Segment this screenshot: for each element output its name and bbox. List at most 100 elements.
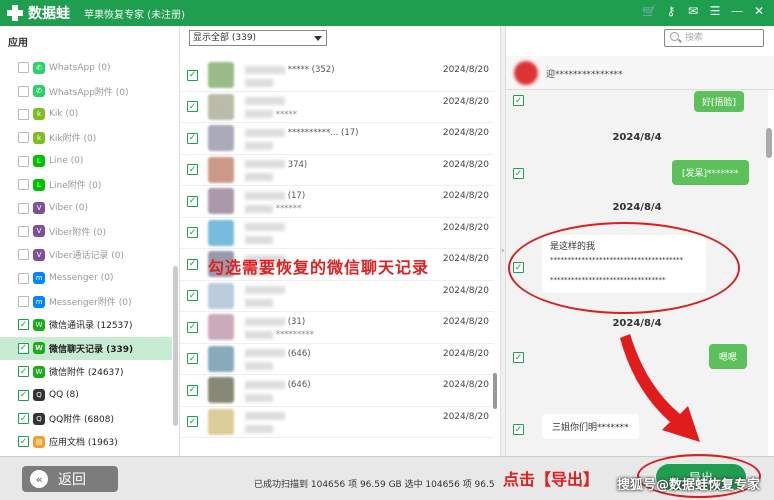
contact-name: (646) [245,349,311,359]
category-checkbox[interactable]: ✓ [18,436,29,448]
category-checkbox[interactable] [18,108,29,120]
sidebar-item[interactable]: ✆ WhatsApp (0) [0,56,172,79]
category-checkbox[interactable] [18,179,29,191]
minimize-icon[interactable]: — [730,4,744,18]
app-logo: 数据蛙 [6,3,70,23]
row-checkbox[interactable]: ✓ [187,101,198,113]
table-row[interactable]: ✓ ***** (352) 2024/8/20 [181,60,493,92]
table-row[interactable]: ✓ (31) ********* 2024/8/20 [181,312,493,344]
sidebar-item-label: Viber附件 (0) [49,227,107,238]
plus-icon [6,4,24,22]
whatsapp-icon: ✆ [33,85,45,98]
cart-icon[interactable]: 🛒 [642,4,657,18]
category-checkbox[interactable] [18,249,29,261]
close-icon[interactable]: ✕ [752,4,766,18]
table-row[interactable]: ✓ **********... (17) 2024/8/20 [181,123,493,155]
row-checkbox[interactable]: ✓ [187,132,198,144]
category-checkbox[interactable] [18,272,29,284]
sidebar-item-label: Viber (0) [49,203,89,214]
avatar [208,219,234,246]
annotation-select-hint: 勾选需要恢复的微信聊天记录 [208,258,430,277]
row-checkbox[interactable]: ✓ [187,353,198,365]
category-checkbox[interactable] [18,132,29,144]
category-checkbox[interactable]: ✓ [18,413,29,425]
category-checkbox[interactable] [18,155,29,167]
sidebar-item[interactable]: ✓ Q QQ附件 (6808) [0,407,172,430]
sidebar-item[interactable]: k Kik (0) [0,103,172,126]
table-row[interactable]: ✓ (17) ****** 2024/8/20 [181,186,493,218]
filter-dropdown[interactable]: 显示全部 (339) [189,30,327,46]
list-scrollbar[interactable] [493,373,497,409]
sidebar-item[interactable]: ✓ ▤ 应用文档 (1963) [0,430,172,453]
title-bar: 数据蛙 苹果恢复专家 (未注册) 🛒 ⚷ ✉ ☰ — ✕ [0,0,774,26]
row-checkbox[interactable]: ✓ [187,69,198,81]
message-date: 2024/8/20 [442,411,489,422]
message-preview [245,425,273,435]
message-checkbox[interactable]: ✓ [513,352,524,363]
sidebar-item[interactable]: k Kik附件 (0) [0,126,172,149]
category-checkbox[interactable]: ✓ [18,389,29,401]
chat-icon[interactable]: ✉ [686,4,700,18]
key-icon[interactable]: ⚷ [664,4,678,18]
sidebar-item[interactable]: ✓ Q QQ (8) [0,383,172,406]
sidebar-item[interactable]: L Line (0) [0,150,172,173]
avatar [208,188,234,215]
avatar [208,314,234,341]
category-checkbox[interactable] [18,202,29,214]
conversation-list-panel: 显示全部 (339) ✓ ***** (352) 2024/8/20 ✓ ****… [181,26,501,456]
sidebar-scrollbar[interactable] [173,266,178,426]
sidebar-item-label: Messenger附件 (0) [49,298,132,309]
row-checkbox[interactable]: ✓ [187,416,198,428]
menu-icon[interactable]: ☰ [708,4,722,18]
message-preview [245,173,273,183]
row-checkbox[interactable]: ✓ [187,258,198,270]
sidebar-item[interactable]: L Line附件 (0) [0,173,172,196]
row-checkbox[interactable]: ✓ [187,227,198,239]
row-checkbox[interactable]: ✓ [187,384,198,396]
category-checkbox[interactable] [18,62,29,74]
row-checkbox[interactable]: ✓ [187,321,198,333]
sidebar-item[interactable]: ✓ W 微信通讯录 (12537) [0,313,172,336]
message-checkbox[interactable]: ✓ [513,95,524,106]
category-checkbox[interactable] [18,225,29,237]
table-row[interactable]: ✓ ***** 2024/8/20 [181,92,493,123]
document-icon: ▤ [33,435,45,448]
sidebar-item[interactable]: V Viber通话记录 (0) [0,243,172,266]
app-subtitle: 苹果恢复专家 (未注册) [84,9,185,21]
sidebar-item[interactable]: V Viber附件 (0) [0,220,172,243]
sidebar-item-label: WhatsApp附件 (0) [49,87,129,98]
row-checkbox[interactable]: ✓ [187,164,198,176]
message-checkbox[interactable]: ✓ [513,168,524,179]
sidebar-item[interactable]: m Messenger附件 (0) [0,290,172,313]
table-row[interactable]: ✓ 2024/8/20 [181,281,493,312]
category-checkbox[interactable] [18,85,29,97]
table-row[interactable]: ✓ (646) 2024/8/20 [181,375,493,407]
sidebar-item[interactable]: ✆ WhatsApp附件 (0) [0,79,172,102]
sidebar-item[interactable]: V Viber (0) [0,196,172,219]
table-row[interactable]: ✓ 374) 2024/8/20 [181,155,493,186]
row-checkbox[interactable]: ✓ [187,195,198,207]
category-checkbox[interactable]: ✓ [18,366,29,378]
table-row[interactable]: ✓ (646) 2024/8/20 [181,344,493,375]
category-checkbox[interactable] [18,296,29,308]
sidebar-item-label: Viber通话记录 (0) [49,251,125,262]
message-checkbox[interactable]: ✓ [513,424,524,435]
sidebar-item[interactable]: m Messenger (0) [0,267,172,290]
message-date: 2024/8/20 [442,65,489,75]
category-checkbox[interactable]: ✓ [18,319,29,331]
table-row[interactable]: ✓ 2024/8/20 [181,407,493,438]
table-row[interactable]: ✓ 2024/8/20 [181,218,493,249]
sidebar-item-label: WhatsApp (0) [49,62,111,73]
category-sidebar: 应用 ✆ WhatsApp (0) ✆ WhatsApp附件 (0) k Kik (0) k… [0,26,180,456]
contact-name [245,97,285,107]
chat-scrollbar[interactable] [766,128,772,158]
message-date: 2024/8/20 [442,96,489,107]
sidebar-item[interactable]: ✓ W 微信附件 (24637) [0,360,172,383]
search-input[interactable]: 搜索 [664,29,764,47]
row-checkbox[interactable]: ✓ [187,290,198,302]
contact-name [245,286,285,296]
message-preview: ****** [245,204,301,214]
category-checkbox[interactable]: ✓ [18,342,29,354]
sidebar-item[interactable]: ✓ W 微信聊天记录 (339) [0,336,172,361]
back-button[interactable]: « 返回 [22,466,118,492]
